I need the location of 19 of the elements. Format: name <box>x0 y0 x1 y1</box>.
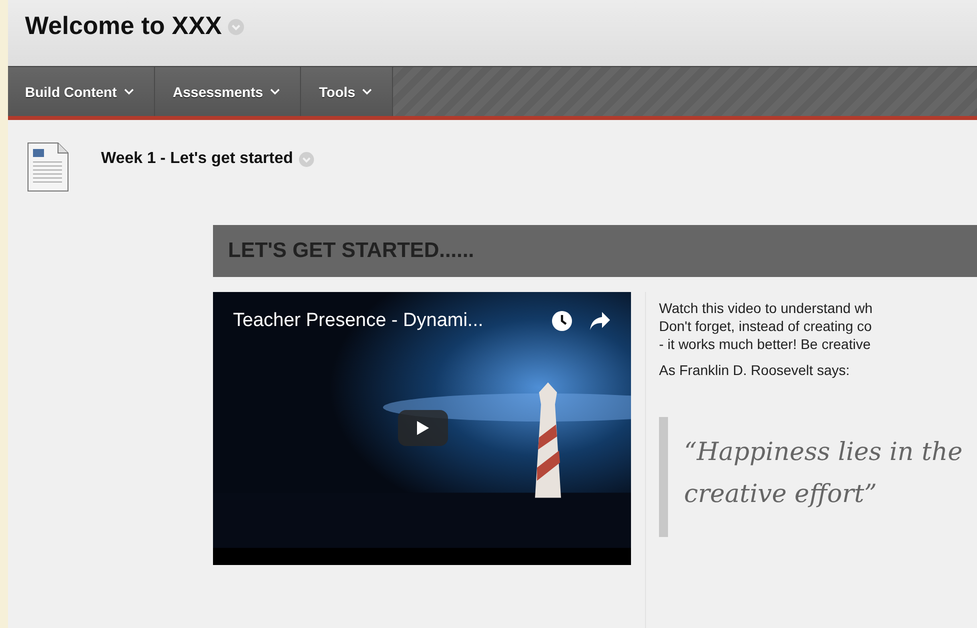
quote-text: “Happiness lies in the creative effort” <box>684 437 963 508</box>
caret-icon <box>270 88 280 95</box>
share-icon[interactable] <box>589 311 611 331</box>
menu-button[interactable]: Assessments <box>154 67 302 116</box>
caret-icon <box>362 88 372 95</box>
video-player[interactable]: Teacher Presence - Dynami... <box>213 292 631 565</box>
paragraph: As Franklin D. Roosevelt says: <box>659 361 851 379</box>
document-icon <box>27 142 69 192</box>
page-title: Welcome to XXX <box>25 11 222 42</box>
item-title-link[interactable]: Week 1 - Let's get started <box>101 150 294 168</box>
video-title: Teacher Presence - Dynami... <box>233 310 484 332</box>
clock-icon[interactable] <box>551 310 573 332</box>
menu-button[interactable]: Tools <box>301 67 394 116</box>
banner-heading: LET'S GET STARTED...... <box>228 239 474 263</box>
play-button[interactable] <box>398 410 448 446</box>
caret-icon <box>124 88 134 95</box>
play-icon <box>416 420 430 436</box>
paragraph: Watch this video to understand wh Don't forget, instead of creating co - it works much better! Be creative <box>659 299 874 353</box>
menu-button[interactable]: Build Content <box>8 67 155 116</box>
